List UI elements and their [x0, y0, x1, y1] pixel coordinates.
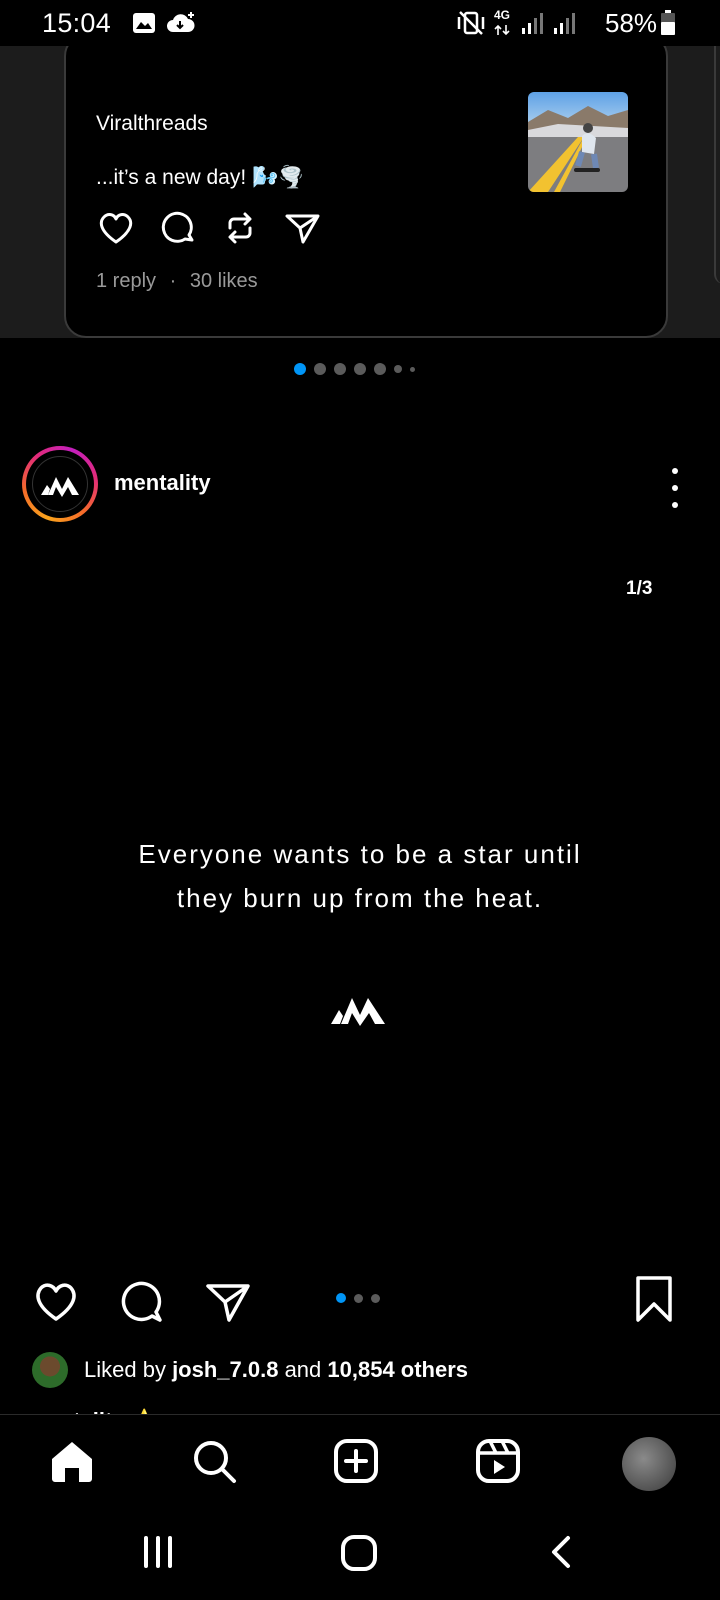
liked-user[interactable]: josh_7.0.8 [172, 1357, 278, 1383]
carousel-dot-active [294, 363, 306, 375]
comment-icon[interactable] [158, 208, 198, 248]
image-dot-active [336, 1293, 346, 1303]
image-counter: 1/3 [626, 578, 653, 599]
bottom-nav [0, 1414, 720, 1504]
search-icon[interactable] [190, 1437, 238, 1485]
vibrate-mute-icon [457, 11, 485, 35]
system-nav-bar [0, 1506, 720, 1600]
carousel-dot [334, 363, 346, 375]
post-avatar-story-ring[interactable] [22, 446, 98, 522]
separator: · [169, 270, 177, 292]
send-icon[interactable] [204, 1278, 252, 1326]
carousel-dot [410, 366, 415, 372]
carousel-dots [294, 363, 415, 375]
battery-icon [661, 10, 675, 35]
mentality-watermark-icon [331, 998, 385, 1026]
liked-middle: and [278, 1357, 328, 1382]
post-username[interactable]: mentality [114, 470, 211, 496]
recent-apps-icon[interactable] [140, 1534, 176, 1570]
repost-icon[interactable] [220, 208, 260, 248]
profile-avatar[interactable] [622, 1437, 676, 1491]
data-arrows-icon [494, 24, 510, 36]
liked-prefix: Liked by [84, 1357, 173, 1382]
like-count[interactable]: 30 likes [190, 270, 258, 292]
share-icon[interactable] [282, 208, 322, 248]
threads-card[interactable]: Viralthreads ...it’s a new day! 🌬️🌪️ 1 r… [64, 34, 668, 338]
threads-post-text: ...it’s a new day! 🌬️🌪️ [96, 166, 305, 189]
reply-count[interactable]: 1 reply [96, 270, 156, 292]
next-card-edge [714, 44, 720, 284]
quote-line-1: Everyone wants to be a star until [138, 839, 582, 869]
image-dot [371, 1293, 380, 1303]
carousel-dot [354, 363, 366, 375]
carousel-dot [314, 363, 326, 375]
cloud-download-icon [167, 12, 195, 32]
carousel-dot [394, 365, 402, 373]
create-icon[interactable] [332, 1437, 380, 1485]
threads-carousel[interactable]: Viralthreads ...it’s a new day! 🌬️🌪️ 1 r… [0, 34, 720, 338]
more-options-icon[interactable] [660, 468, 690, 508]
signal-icon [522, 13, 543, 34]
gallery-icon [133, 13, 155, 33]
liked-by-row[interactable]: Liked by josh_7.0.8 and 10,854 others [32, 1352, 468, 1388]
post-actions [32, 1276, 692, 1328]
battery-percent: 58% [605, 8, 658, 38]
status-time: 15:04 [42, 8, 112, 38]
status-bar: 15:04 4G 58% [0, 0, 720, 46]
heart-icon[interactable] [96, 208, 136, 248]
liked-count[interactable]: 10,854 others [327, 1357, 468, 1383]
image-dot [354, 1293, 363, 1303]
liker-avatar[interactable] [32, 1352, 68, 1388]
signal-2-icon [554, 13, 575, 34]
carousel-dot [374, 363, 386, 375]
threads-username[interactable]: Viralthreads [96, 112, 208, 136]
post-image-dots [336, 1293, 380, 1303]
threads-actions [96, 208, 322, 248]
threads-stats: 1 reply · 30 likes [96, 270, 258, 293]
home-button-icon[interactable] [340, 1534, 378, 1572]
comment-bubble-icon[interactable] [118, 1278, 166, 1326]
home-icon[interactable] [48, 1437, 96, 1485]
mentality-logo-icon [32, 456, 88, 512]
like-heart-icon[interactable] [32, 1278, 80, 1326]
reels-icon[interactable] [474, 1437, 522, 1485]
quote-line-2: they burn up from the heat. [176, 883, 544, 913]
back-icon[interactable] [546, 1534, 576, 1570]
post-quote: Everyone wants to be a star until they b… [110, 832, 610, 920]
network-type: 4G [494, 8, 511, 22]
bookmark-icon[interactable] [632, 1274, 676, 1324]
threads-thumbnail[interactable] [528, 92, 628, 192]
